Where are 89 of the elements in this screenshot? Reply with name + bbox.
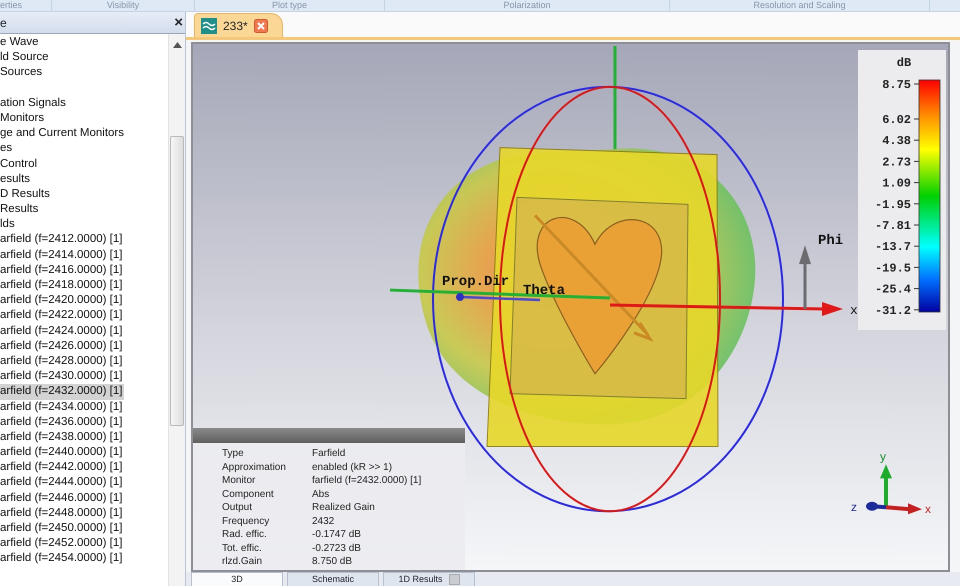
tree-item[interactable]: Control	[0, 156, 40, 172]
tree-item[interactable]: arfield (f=2438.0000) [1]	[0, 430, 124, 446]
tree-item[interactable]: D Results	[0, 186, 52, 202]
tree-item[interactable]: arfield (f=2430.0000) [1]	[0, 369, 124, 384]
tree-item[interactable]: ge and Current Monitors	[0, 126, 126, 142]
info-value: Realized Gain	[312, 501, 376, 514]
tree-item[interactable]: Monitors	[0, 110, 46, 126]
info-value: farfield (f=2432.0000) [1]	[312, 474, 422, 488]
phi-arrow	[799, 245, 811, 309]
theta-label: Theta	[523, 283, 565, 300]
tree-item[interactable]: arfield (f=2426.0000) [1]	[0, 338, 124, 354]
info-label: Approximation	[222, 460, 287, 474]
info-value: -0.2723 dB	[312, 542, 362, 555]
3d-viewport[interactable]	[191, 42, 950, 572]
tree-item[interactable]: arfield (f=2414.0000) [1]	[0, 248, 124, 263]
axis-label: x	[850, 303, 858, 318]
scale-value: -25.4	[874, 282, 911, 297]
info-value: enabled (kR >> 1)	[312, 460, 394, 474]
ribbon-group-label: Resolution and Scaling	[670, 0, 930, 11]
scale-value: -7.81	[874, 219, 911, 233]
ribbon-group-label: Visibility	[52, 0, 195, 11]
tree-item[interactable]: Sources	[0, 65, 44, 81]
scale-value: -13.7	[874, 240, 911, 254]
unit-label: dB	[896, 56, 912, 70]
axis-triad-drawing	[866, 464, 922, 514]
tree-item[interactable]: e Wave	[0, 35, 41, 50]
info-value: Abs	[312, 488, 330, 501]
tree-item[interactable]: arfield (f=2440.0000) [1]	[0, 445, 124, 460]
tree-item[interactable]: arfield (f=2452.0000) [1]	[0, 536, 124, 552]
scale-value: 8.75	[882, 78, 911, 92]
info-value: Farfield	[312, 447, 346, 460]
tree-item[interactable]: ation Signals	[0, 96, 68, 111]
tree-item[interactable]: arfield (f=2442.0000) [1]	[0, 460, 124, 476]
tree-item[interactable]: arfield (f=2418.0000) [1]	[0, 278, 124, 294]
ribbon-group-label: erties	[0, 0, 52, 11]
info-label: Component	[222, 488, 275, 501]
tree-item[interactable]: arfield (f=2424.0000) [1]	[0, 324, 124, 339]
tree-item[interactable]: ld Source	[0, 50, 51, 66]
ribbon-group-label: Plot type	[195, 0, 385, 11]
panel-title: e	[0, 14, 7, 32]
info-value: -0.1747 dB	[312, 528, 362, 542]
tree-item[interactable]: arfield (f=2444.0000) [1]	[0, 475, 124, 491]
tree-item[interactable]: lds	[0, 217, 17, 232]
axis-label: x	[925, 502, 931, 516]
info-value: 2432	[312, 514, 336, 528]
view-tab[interactable]: 3D	[191, 572, 283, 586]
scale-value: -1.95	[874, 198, 911, 212]
info-label: Output	[222, 501, 254, 514]
scale-value: -19.5	[874, 261, 911, 276]
axis-label: y	[880, 449, 886, 464]
tree-item[interactable]: es	[0, 141, 14, 156]
info-label: rlzd.Gain	[222, 555, 264, 568]
close-button[interactable]: ×	[174, 15, 183, 30]
scale-value: 4.38	[882, 134, 911, 148]
tree-item[interactable]: arfield (f=2412.0000) [1]	[0, 232, 124, 248]
tree-item[interactable]: esults	[0, 172, 32, 187]
tree-item[interactable]: arfield (f=2448.0000) [1]	[0, 506, 124, 521]
wave-icon	[201, 18, 217, 34]
info-value: 8.750 dB	[312, 555, 354, 568]
info-label: Monitor	[222, 474, 256, 488]
tree-item[interactable]: arfield (f=2454.0000) [1]	[0, 551, 124, 567]
scale-value: 1.09	[882, 176, 911, 191]
scrollbar-thumb[interactable]	[170, 136, 184, 426]
tree-item[interactable]: arfield (f=2416.0000) [1]	[0, 262, 124, 278]
tree-item[interactable]: arfield (f=2422.0000) [1]	[0, 308, 124, 324]
view-tab[interactable]: Schematic	[287, 572, 379, 586]
scroll-up-icon[interactable]	[173, 42, 182, 48]
close-icon[interactable]	[254, 18, 268, 32]
phi-label: Phi	[818, 233, 844, 250]
tree-item[interactable]: arfield (f=2432.0000) [1]	[0, 384, 124, 400]
ribbon-group-label: Polarization	[385, 0, 670, 11]
tree-item[interactable]: arfield (f=2450.0000) [1]	[0, 521, 124, 536]
scale-value: 2.73	[882, 155, 911, 170]
axis-label: z	[851, 500, 857, 514]
view-tab[interactable]: 1D Results	[383, 572, 475, 586]
info-label: Rad. effic.	[222, 528, 268, 542]
document-tab[interactable]: 233*	[194, 13, 283, 37]
tree-item[interactable]: arfield (f=2434.0000) [1]	[0, 400, 124, 415]
scrollbar[interactable]	[168, 34, 185, 586]
info-label: Frequency	[222, 514, 270, 528]
tree-item[interactable]: Results	[0, 202, 40, 218]
tree-item[interactable]: arfield (f=2420.0000) [1]	[0, 293, 124, 308]
tree-item[interactable]: arfield (f=2436.0000) [1]	[0, 414, 124, 430]
info-label: Tot. effic.	[222, 542, 263, 555]
scale-value: 6.02	[882, 113, 911, 127]
tree-item[interactable]: arfield (f=2428.0000) [1]	[0, 354, 124, 370]
info-label: Type	[222, 447, 245, 460]
scale-value: -31.2	[874, 304, 911, 318]
tree-item[interactable]: arfield (f=2446.0000) [1]	[0, 490, 124, 506]
